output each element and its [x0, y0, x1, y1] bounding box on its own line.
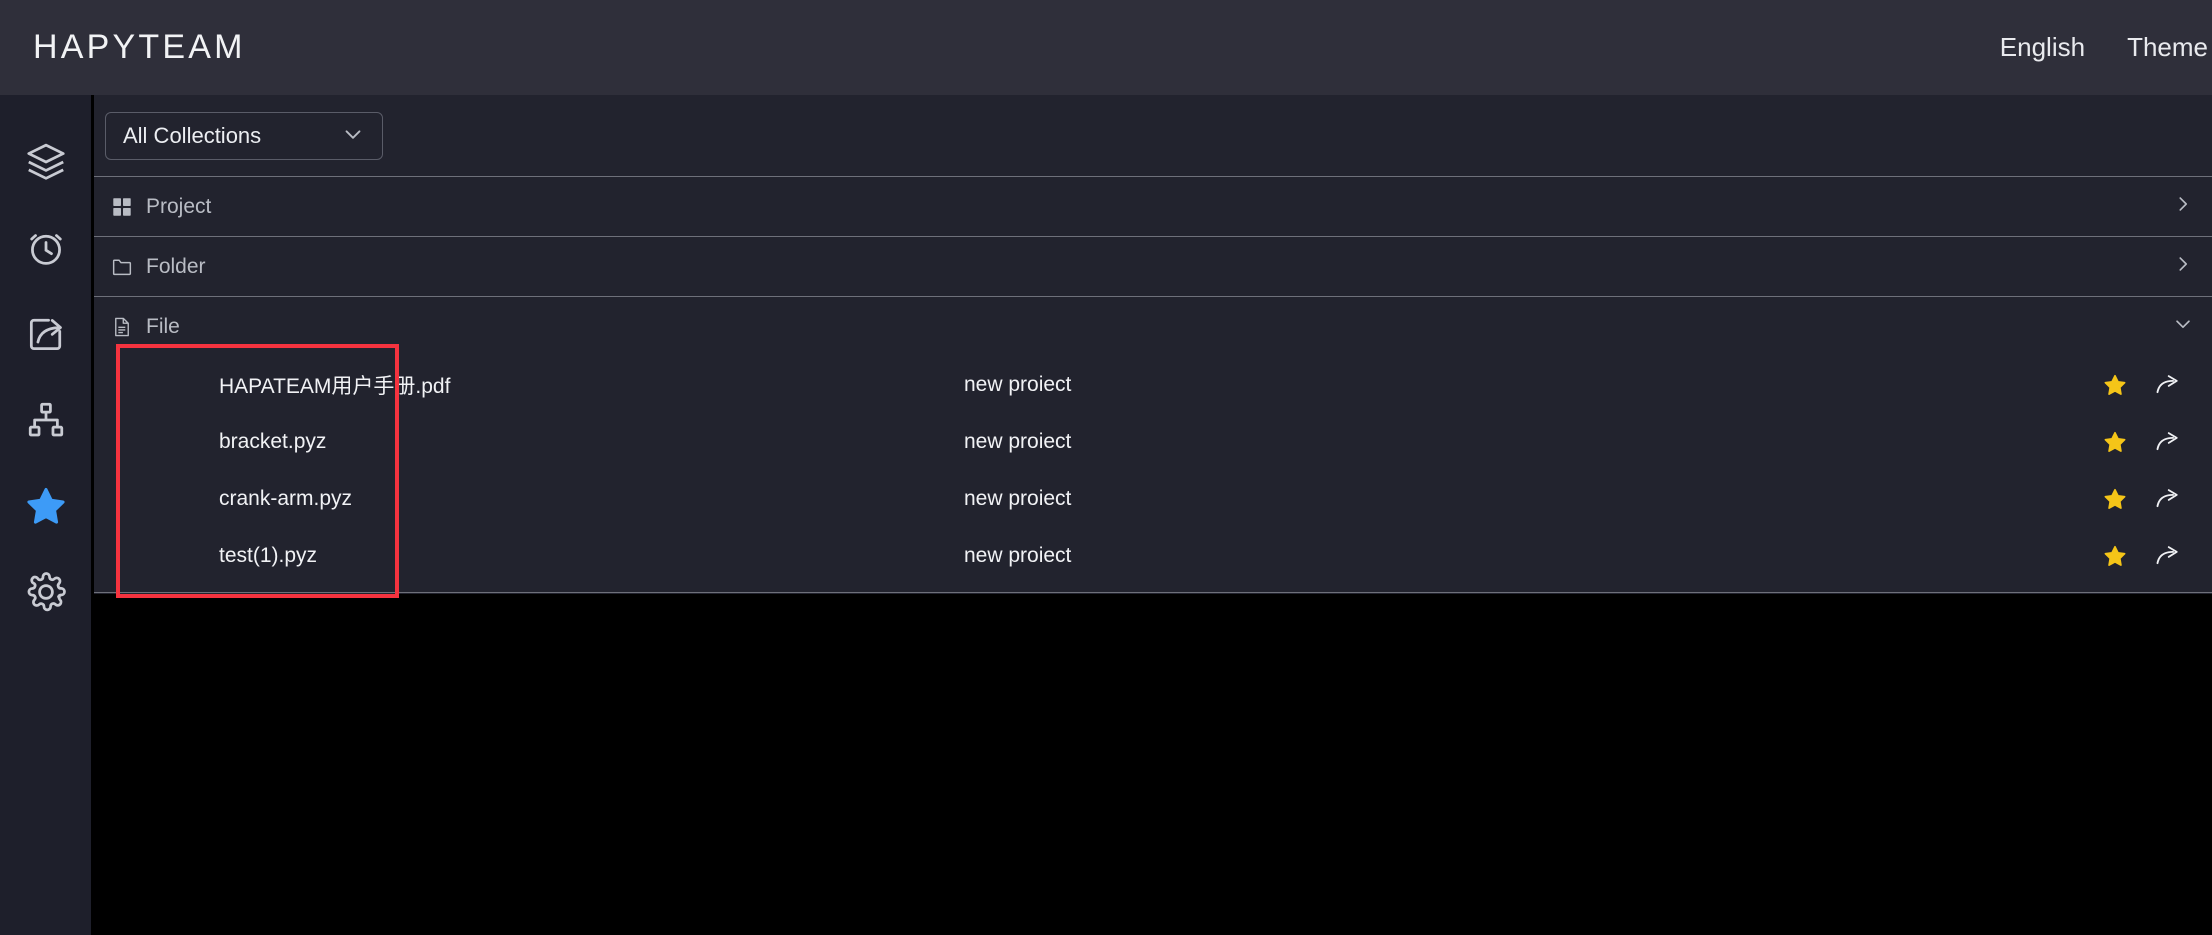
file-project: new proiect: [964, 372, 1072, 396]
toolbar: All Collections: [94, 95, 2212, 176]
row-actions: [2102, 429, 2194, 455]
content-panel: All Collections Project Folder File HAPA…: [94, 95, 2212, 594]
file-name: crank-arm.pyz: [219, 486, 353, 510]
collection-select[interactable]: All Collections: [105, 112, 383, 160]
star-icon[interactable]: [2102, 429, 2128, 455]
file-project: new proiect: [964, 429, 1072, 453]
section-row-file[interactable]: File: [94, 296, 2212, 356]
star-icon[interactable]: [2102, 543, 2128, 569]
row-actions: [2102, 543, 2194, 569]
file-list: HAPATEAM用户手册.pdf new proiect bracket.pyz…: [94, 356, 2212, 584]
share-export-icon: [24, 312, 68, 356]
sidebar-item-sitemap[interactable]: [0, 377, 91, 463]
theme-selector[interactable]: Theme: [2127, 32, 2212, 63]
clock-icon: [24, 226, 68, 270]
section-label-file: File: [146, 314, 180, 338]
chevron-down-icon: [340, 121, 366, 152]
share-arrow-icon[interactable]: [2154, 429, 2180, 455]
app-root: HAPYTEAM English Theme All Collections P…: [0, 0, 2212, 935]
section-row-folder[interactable]: Folder: [94, 236, 2212, 296]
collection-select-value: All Collections: [123, 123, 262, 148]
file-name: HAPATEAM用户手册.pdf: [219, 374, 451, 398]
row-actions: [2102, 372, 2194, 398]
grid-icon: [111, 196, 133, 218]
gear-icon: [24, 570, 68, 614]
folder-icon: [111, 256, 133, 278]
sidebar-item-share[interactable]: [0, 291, 91, 377]
table-row[interactable]: HAPATEAM用户手册.pdf new proiect: [94, 356, 2212, 413]
sidebar-item-favorites[interactable]: [0, 463, 91, 549]
star-icon[interactable]: [2102, 372, 2128, 398]
app-logo: HAPYTEAM: [33, 28, 246, 66]
table-row[interactable]: test(1).pyz new proiect: [94, 527, 2212, 584]
file-name: test(1).pyz: [219, 543, 318, 567]
star-icon[interactable]: [2102, 486, 2128, 512]
sitemap-icon: [24, 398, 68, 442]
list-bottom-divider: [94, 592, 2212, 593]
sidebar-item-recent[interactable]: [0, 205, 91, 291]
share-arrow-icon[interactable]: [2154, 486, 2180, 512]
left-sidebar: [0, 95, 91, 935]
star-icon: [23, 483, 69, 529]
row-actions: [2102, 486, 2194, 512]
section-label-project: Project: [146, 194, 212, 218]
file-project: new proiect: [964, 486, 1072, 510]
section-label-folder: Folder: [146, 254, 206, 278]
document-icon: [111, 316, 133, 338]
language-selector[interactable]: English: [2000, 32, 2085, 63]
file-name: bracket.pyz: [219, 429, 327, 453]
header-actions: English Theme: [2000, 32, 2212, 63]
chevron-down-icon[interactable]: [2172, 313, 2194, 340]
sidebar-item-settings[interactable]: [0, 549, 91, 635]
table-row[interactable]: bracket.pyz new proiect: [94, 413, 2212, 470]
file-project: new proiect: [964, 543, 1072, 567]
app-header: HAPYTEAM English Theme: [0, 0, 2212, 95]
share-arrow-icon[interactable]: [2154, 372, 2180, 398]
section-row-project[interactable]: Project: [94, 176, 2212, 236]
table-row[interactable]: crank-arm.pyz new proiect: [94, 470, 2212, 527]
chevron-right-icon[interactable]: [2172, 193, 2194, 220]
layers-icon: [24, 140, 68, 184]
sidebar-item-layers[interactable]: [0, 119, 91, 205]
share-arrow-icon[interactable]: [2154, 543, 2180, 569]
chevron-right-icon[interactable]: [2172, 253, 2194, 280]
